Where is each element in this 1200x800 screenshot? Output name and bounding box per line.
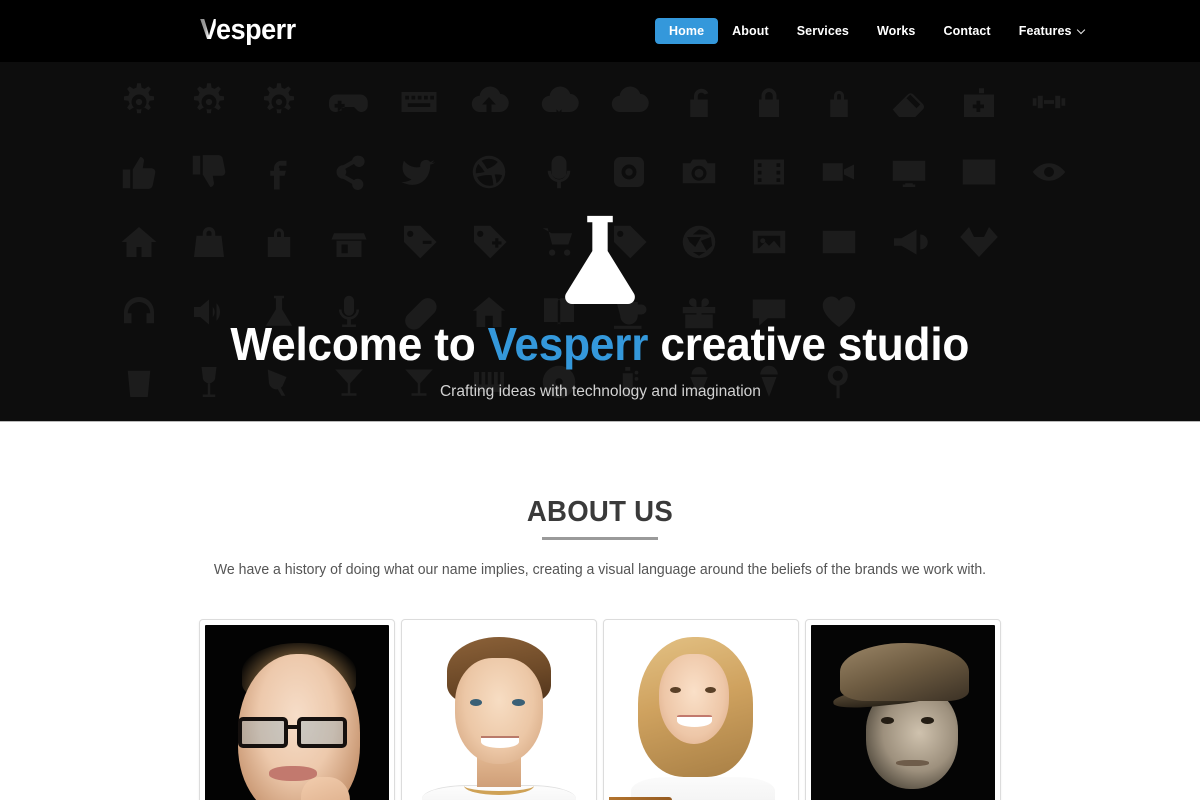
- about-title-underline: [542, 537, 658, 540]
- team-photo-3: [609, 625, 793, 800]
- nav-item-services-label: Services: [796, 24, 849, 38]
- about-description: We have a history of doing what our name…: [213, 562, 987, 578]
- team-grid: [0, 619, 1200, 800]
- team-card-4[interactable]: [805, 619, 1001, 800]
- nav-item-features[interactable]: Features: [1005, 18, 1101, 44]
- hero-subtitle: Crafting ideas with technology and imagi…: [439, 383, 761, 400]
- team-card-3[interactable]: [603, 619, 799, 800]
- brand-logo[interactable]: Vesperr: [200, 14, 296, 46]
- nav-item-about[interactable]: About: [718, 18, 783, 44]
- site-header: Vesperr Home About Services Works Contac…: [0, 0, 1200, 62]
- about-title: ABOUT US: [526, 496, 674, 528]
- nav-item-home[interactable]: Home: [655, 18, 719, 44]
- brand-logo-initial: V: [200, 14, 217, 46]
- chevron-down-icon: [1078, 26, 1087, 35]
- nav-item-about-label: About: [732, 24, 769, 38]
- main-navigation: Home About Services Works Contact Featur…: [655, 0, 1101, 62]
- nav-item-contact[interactable]: Contact: [929, 18, 1004, 44]
- nav-item-home-label: Home: [669, 24, 705, 38]
- nav-item-works-label: Works: [876, 24, 916, 38]
- brand-logo-rest: esperr: [216, 14, 296, 46]
- team-photo-4: [811, 625, 995, 800]
- team-card-2[interactable]: [401, 619, 597, 800]
- hero-title-pre: Welcome to: [230, 318, 488, 370]
- team-photo-1: [205, 625, 389, 800]
- hero-content: Welcome to Vesperr creative studio Craft…: [0, 62, 1200, 421]
- flask-icon: [558, 212, 642, 304]
- hero-section: Welcome to Vesperr creative studio Craft…: [0, 62, 1200, 422]
- team-photo-2: [407, 625, 591, 800]
- nav-item-features-label: Features: [1018, 24, 1072, 38]
- hero-title-accent: Vesperr: [487, 318, 649, 370]
- nav-item-services[interactable]: Services: [783, 18, 863, 44]
- nav-item-works[interactable]: Works: [863, 18, 929, 44]
- about-section: ABOUT US We have a history of doing what…: [0, 422, 1200, 800]
- hero-title: Welcome to Vesperr creative studio: [231, 318, 970, 370]
- nav-item-contact-label: Contact: [943, 24, 991, 38]
- team-card-1[interactable]: [199, 619, 395, 800]
- hero-title-post: creative studio: [648, 318, 970, 370]
